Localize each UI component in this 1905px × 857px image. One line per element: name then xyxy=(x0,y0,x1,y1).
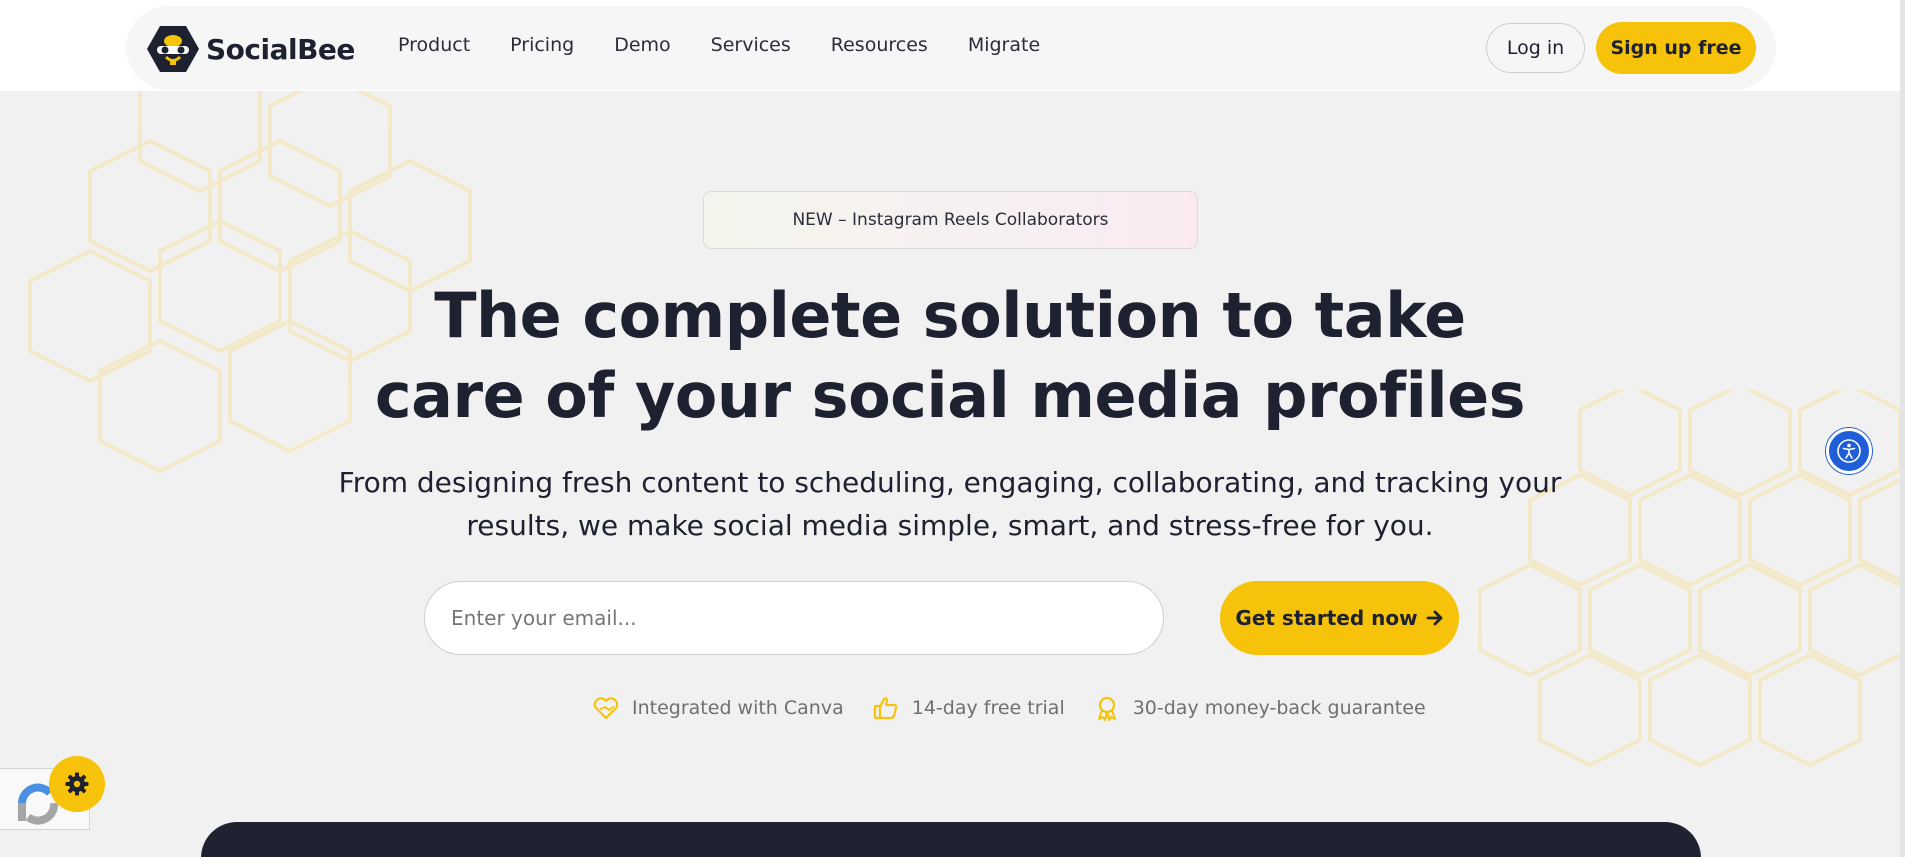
nav-resources[interactable]: Resources xyxy=(831,34,928,56)
signup-button[interactable]: Sign up free xyxy=(1596,22,1756,74)
feature-text: 30-day money-back guarantee xyxy=(1132,697,1426,719)
email-input[interactable] xyxy=(424,581,1164,655)
nav-demo[interactable]: Demo xyxy=(614,34,670,56)
get-started-label: Get started now xyxy=(1235,606,1418,630)
arrow-right-icon xyxy=(1426,610,1442,626)
hero-subheading: From designing fresh content to scheduli… xyxy=(300,461,1600,547)
top-navigation: SocialBee Product Pricing Demo Services … xyxy=(0,0,1905,91)
page-scrollbar[interactable] xyxy=(1900,0,1905,857)
nav-product[interactable]: Product xyxy=(398,34,470,56)
feature-text: Integrated with Canva xyxy=(632,697,844,719)
gear-icon xyxy=(65,772,89,796)
brand-logo[interactable]: SocialBee xyxy=(146,24,355,74)
main-nav: Product Pricing Demo Services Resources … xyxy=(398,34,1080,56)
award-ribbon-icon xyxy=(1097,696,1116,721)
nav-pricing[interactable]: Pricing xyxy=(510,34,574,56)
feature-trial: 14-day free trial xyxy=(872,694,1065,722)
announcement-badge[interactable]: NEW – Instagram Reels Collaborators xyxy=(703,191,1198,249)
feature-canva: Integrated with Canva xyxy=(592,694,844,722)
accessibility-button[interactable] xyxy=(1826,428,1872,474)
get-started-button[interactable]: Get started now xyxy=(1220,581,1459,655)
hero-headline: The complete solution to take care of yo… xyxy=(300,276,1600,436)
thumbs-up-icon xyxy=(873,697,898,720)
accessibility-icon xyxy=(1837,439,1861,463)
feature-list: Integrated with Canva 14-day free trial … xyxy=(592,693,1454,723)
cookie-settings-button[interactable] xyxy=(49,756,105,812)
canva-heart-icon xyxy=(593,697,619,720)
login-button[interactable]: Log in xyxy=(1486,23,1585,73)
subhead-line-2: results, we make social media simple, sm… xyxy=(466,509,1434,542)
feature-guarantee: 30-day money-back guarantee xyxy=(1093,694,1426,722)
headline-line-2: care of your social media profiles xyxy=(374,359,1526,432)
nav-migrate[interactable]: Migrate xyxy=(968,34,1040,56)
headline-line-1: The complete solution to take xyxy=(434,279,1466,352)
brand-name: SocialBee xyxy=(206,32,355,66)
feature-text: 14-day free trial xyxy=(911,697,1065,719)
product-preview-panel xyxy=(201,822,1701,857)
bee-logo-icon xyxy=(147,26,199,72)
subhead-line-1: From designing fresh content to scheduli… xyxy=(338,466,1562,499)
nav-services[interactable]: Services xyxy=(711,34,791,56)
